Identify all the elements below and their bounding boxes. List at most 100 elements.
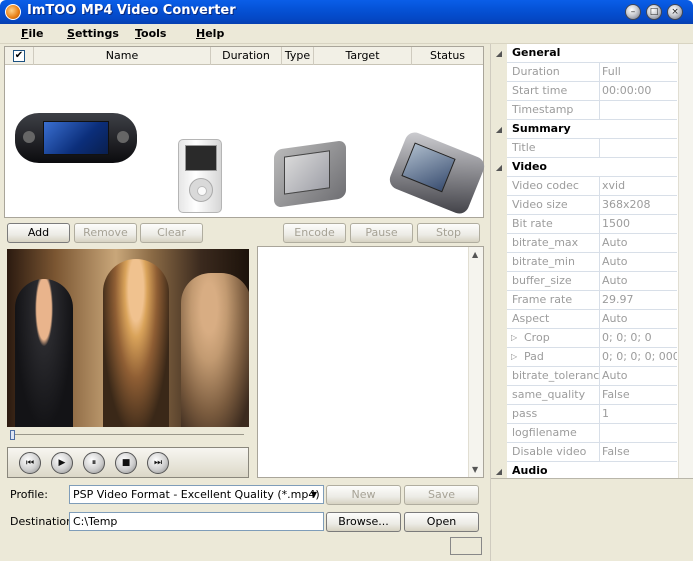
skip-back-icon[interactable]: ⏮ (19, 452, 41, 474)
column-name[interactable]: Name (34, 47, 211, 65)
property-row[interactable]: Bit rate 1500 (491, 215, 677, 234)
property-name: Start time (512, 82, 600, 101)
menu-settings[interactable]: Settings (67, 27, 119, 40)
collapse-icon[interactable]: ◢ (491, 44, 507, 63)
open-button[interactable]: Open (404, 512, 479, 532)
expand-icon[interactable]: ▷ (511, 333, 517, 342)
column-target[interactable]: Target (314, 47, 412, 65)
property-row[interactable]: Pad▷ 0; 0; 0; 0; 000... (491, 348, 677, 367)
menu-file[interactable]: File (21, 27, 44, 40)
property-row[interactable]: bitrate_tolerance Auto (491, 367, 677, 386)
property-row[interactable]: Timestamp (491, 101, 677, 120)
property-row[interactable]: Video codec xvid (491, 177, 677, 196)
property-row[interactable]: Title (491, 139, 677, 158)
property-row[interactable]: bitrate_min Auto (491, 253, 677, 272)
collapse-icon[interactable]: ◢ (491, 120, 507, 139)
stop-button[interactable]: Stop (417, 223, 480, 243)
property-category[interactable]: ◢ Summary (491, 120, 677, 139)
property-row[interactable]: Aspect Auto (491, 310, 677, 329)
property-value[interactable]: 0; 0; 0; 0; 000... (602, 348, 677, 367)
property-value[interactable]: Auto (602, 310, 677, 329)
scroll-down-icon[interactable]: ▼ (472, 465, 478, 474)
select-all-checkbox[interactable]: ✔ (13, 50, 25, 62)
dropdown-arrow-icon[interactable]: ▼ (307, 487, 321, 502)
property-value[interactable]: 368x208 (602, 196, 677, 215)
properties-panel[interactable]: ◢ General Duration Full Start time 00:00:00 Ti… (490, 44, 693, 561)
property-value[interactable] (602, 101, 677, 120)
property-name: Frame rate (512, 291, 600, 310)
property-row[interactable]: Crop ▷ 0; 0; 0; 0 (491, 329, 677, 348)
destination-label: Destination: (10, 515, 77, 528)
close-icon[interactable]: × (667, 4, 683, 20)
new-profile-button[interactable]: New (326, 485, 401, 505)
scroll-up-icon[interactable]: ▲ (472, 250, 478, 259)
remove-button[interactable]: Remove (74, 223, 137, 243)
property-value[interactable]: Auto (602, 253, 677, 272)
row-gutter (491, 405, 507, 424)
property-row[interactable]: Disable video False (491, 443, 677, 462)
property-value[interactable]: Auto (602, 234, 677, 253)
browse-button[interactable]: Browse... (326, 512, 401, 532)
encode-button[interactable]: Encode (283, 223, 346, 243)
stop-icon[interactable]: ■ (115, 452, 137, 474)
column-duration[interactable]: Duration (211, 47, 282, 65)
row-gutter (491, 310, 507, 329)
save-profile-button[interactable]: Save (404, 485, 479, 505)
property-value[interactable] (602, 139, 677, 158)
column-type[interactable]: Type (282, 47, 314, 65)
property-value[interactable]: 1 (602, 405, 677, 424)
add-button[interactable]: Add (7, 223, 70, 243)
property-name: Crop (512, 329, 600, 348)
property-row[interactable]: logfilename (491, 424, 677, 443)
menu-tools[interactable]: Tools (135, 27, 166, 40)
property-value[interactable]: xvid (602, 177, 677, 196)
property-row[interactable]: Start time 00:00:00 (491, 82, 677, 101)
property-row[interactable]: pass 1 (491, 405, 677, 424)
property-value[interactable]: 0; 0; 0; 0 (602, 329, 677, 348)
property-value[interactable]: False (602, 386, 677, 405)
property-value[interactable]: False (602, 443, 677, 462)
app-icon[interactable] (5, 4, 21, 20)
property-name: Video (512, 160, 547, 173)
property-row[interactable]: Frame rate 29.97 (491, 291, 677, 310)
property-category[interactable]: ◢ General (491, 44, 677, 63)
property-value[interactable]: 29.97 (602, 291, 677, 310)
destination-input[interactable]: C:\Temp (69, 512, 324, 531)
collapse-icon[interactable]: ◢ (491, 158, 507, 177)
log-scrollbar[interactable]: ▲ ▼ (468, 247, 483, 477)
property-value[interactable]: Auto (602, 367, 677, 386)
profile-select[interactable]: PSP Video Format - Excellent Quality (*.… (69, 485, 324, 504)
log-panel[interactable]: ▲ ▼ (257, 246, 484, 478)
property-value[interactable]: Auto (602, 272, 677, 291)
expand-icon[interactable]: ▷ (511, 352, 517, 361)
property-value[interactable] (602, 424, 677, 443)
property-row[interactable]: same_quality False (491, 386, 677, 405)
properties-scrollbar[interactable] (678, 44, 693, 478)
title-bar[interactable]: ImTOO MP4 Video Converter – □ × (0, 0, 693, 24)
clear-button[interactable]: Clear (140, 223, 203, 243)
skip-forward-icon[interactable]: ⏭ (147, 452, 169, 474)
profile-value: PSP Video Format - Excellent Quality (*.… (73, 488, 320, 501)
property-row[interactable]: bitrate_max Auto (491, 234, 677, 253)
file-list[interactable]: ✔ Name Duration Type Target Status (4, 46, 488, 218)
property-row[interactable]: Duration Full (491, 63, 677, 82)
property-name: bitrate_max (512, 234, 600, 253)
property-row[interactable]: buffer_size Auto (491, 272, 677, 291)
property-value[interactable]: 1500 (602, 215, 677, 234)
seek-track[interactable] (12, 434, 244, 435)
profile-label: Profile: (10, 488, 48, 501)
row-gutter (491, 177, 507, 196)
pause-icon[interactable]: ⏸ (83, 452, 105, 474)
property-value[interactable]: Full (602, 63, 677, 82)
property-row[interactable]: Video size 368x208 (491, 196, 677, 215)
play-icon[interactable]: ▶ (51, 452, 73, 474)
property-category[interactable]: ◢ Video (491, 158, 677, 177)
pause-button[interactable]: Pause (350, 223, 413, 243)
select-all-column[interactable]: ✔ (5, 47, 34, 65)
minimize-icon[interactable]: – (625, 4, 641, 20)
seek-slider[interactable] (10, 430, 15, 440)
menu-help[interactable]: Help (196, 27, 224, 40)
column-status[interactable]: Status (412, 47, 483, 65)
property-value[interactable]: 00:00:00 (602, 82, 677, 101)
maximize-icon[interactable]: □ (646, 4, 662, 20)
